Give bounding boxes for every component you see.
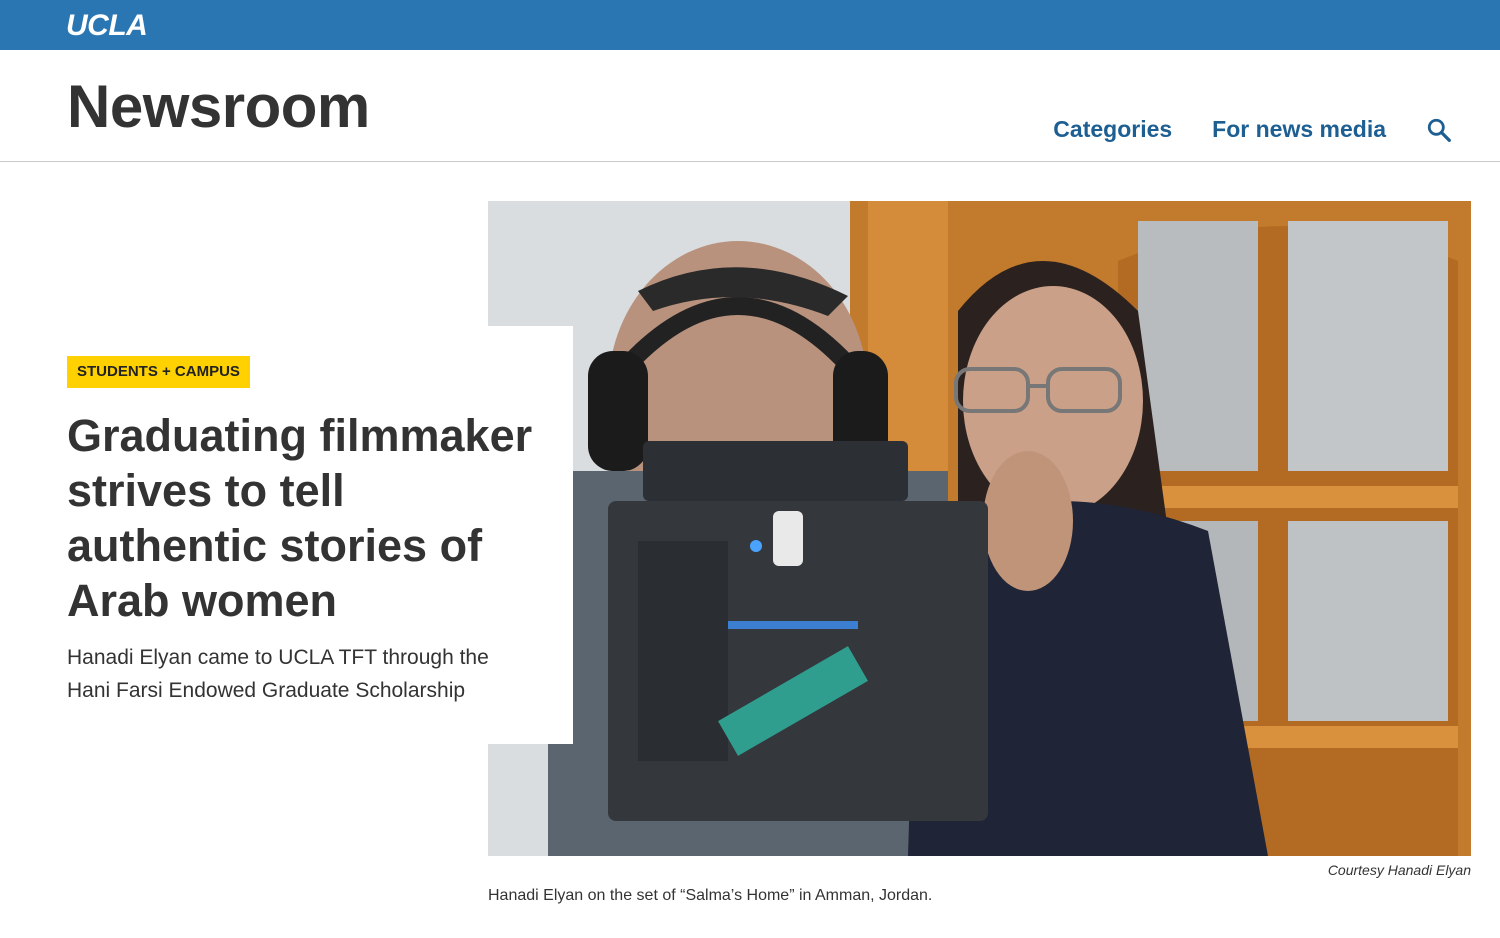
main-nav: Categories For news media	[1053, 116, 1452, 143]
search-icon[interactable]	[1426, 117, 1452, 143]
site-title[interactable]: Newsroom	[67, 72, 370, 141]
site-header: Newsroom Categories For news media	[0, 50, 1500, 162]
photo-caption: Hanadi Elyan on the set of “Salma’s Home…	[488, 887, 933, 904]
category-badge[interactable]: STUDENTS + CAMPUS	[67, 356, 250, 388]
feature-photo-illustration	[488, 201, 1471, 856]
ucla-logo[interactable]: UCLA	[66, 9, 148, 43]
top-brand-bar: UCLA	[0, 0, 1500, 50]
nav-for-news-media[interactable]: For news media	[1212, 116, 1386, 143]
nav-categories[interactable]: Categories	[1053, 116, 1172, 143]
article-headline[interactable]: Graduating filmmaker strives to tell aut…	[67, 408, 547, 628]
photo-credit: Courtesy Hanadi Elyan	[1327, 862, 1471, 878]
article-subhead: Hanadi Elyan came to UCLA TFT through th…	[67, 646, 489, 702]
feature-photo[interactable]	[488, 201, 1471, 856]
